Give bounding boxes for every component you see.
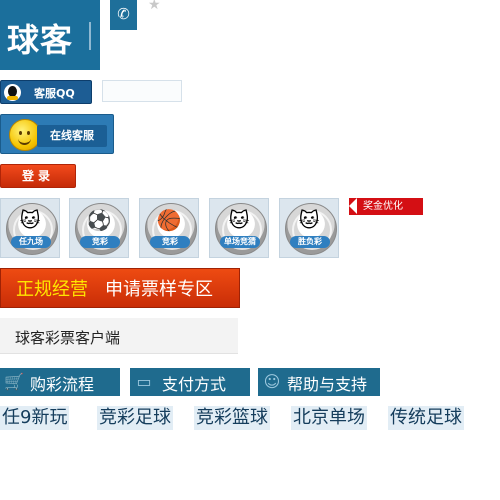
tag-traditional-football[interactable]: 传统足球 <box>388 406 464 430</box>
game-icon-renjiuchang[interactable]: 🐱 任九场 <box>0 198 60 258</box>
nav-label: 支付方式 <box>162 375 227 394</box>
qq-service-label: 客服QQ <box>34 87 75 100</box>
phone-icon[interactable]: ✆ <box>110 0 137 30</box>
tag-beijing-danchang[interactable]: 北京单场 <box>291 406 367 430</box>
login-button[interactable]: 登录 <box>0 164 76 188</box>
logo-divider <box>89 22 91 50</box>
game-icon-jingcai-basketball[interactable]: 🏀 竞彩 <box>139 198 199 258</box>
smile-icon: ☺ <box>263 372 281 391</box>
cat-mascot-icon: 🐱 <box>298 208 320 232</box>
soccer-ball-icon: ⚽ <box>86 208 112 232</box>
site-logo[interactable]: 球客 <box>0 0 100 70</box>
game-caption: 任九场 <box>11 236 51 248</box>
basketball-icon: 🏀 <box>156 208 182 232</box>
cart-icon: 🛒 <box>4 372 24 391</box>
nav-help-support[interactable]: ☺ 帮助与支持 <box>258 368 380 396</box>
banner-label-apply: 申请票样专区 <box>105 279 213 300</box>
tag-ren9-new[interactable]: 任9新玩 <box>0 406 70 430</box>
nav-label: 购彩流程 <box>30 375 95 394</box>
banner-label-legal: 正规经营 <box>16 279 88 300</box>
logo-text: 球客 <box>7 21 74 59</box>
qq-penguin-icon <box>4 84 21 101</box>
game-caption: 胜负彩 <box>290 236 330 248</box>
empty-field <box>102 80 182 102</box>
game-caption: 竞彩 <box>150 236 190 248</box>
client-label: 球客彩票客户端 <box>15 329 121 347</box>
ticket-sample-banner[interactable]: 正规经营 申请票样专区 <box>0 268 240 308</box>
online-service-label: 在线客服 <box>37 125 107 147</box>
cat-mascot-icon: 🐱 <box>19 208 41 232</box>
prize-optimization-tag[interactable]: 奖金优化 <box>349 198 423 215</box>
star-icon[interactable]: ★ <box>148 0 162 12</box>
nav-payment-methods[interactable]: ▭ 支付方式 <box>130 368 250 396</box>
cat-mascot-icon: 🐱 <box>228 208 250 232</box>
game-caption: 单场竞猜 <box>220 236 260 248</box>
client-download-link[interactable]: 球客彩票客户端 <box>0 318 238 354</box>
game-caption: 竞彩 <box>80 236 120 248</box>
qq-service-button[interactable]: 客服QQ <box>0 80 92 104</box>
nav-label: 帮助与支持 <box>287 375 368 394</box>
tag-jingcai-football[interactable]: 竞彩足球 <box>97 406 173 430</box>
nav-purchase-process[interactable]: 🛒 购彩流程 <box>0 368 120 396</box>
card-icon: ▭ <box>136 372 152 391</box>
tag-jingcai-basketball[interactable]: 竞彩篮球 <box>194 406 270 430</box>
game-icon-jingcai-football[interactable]: ⚽ 竞彩 <box>69 198 129 258</box>
online-service-button[interactable]: 在线客服 <box>0 114 114 154</box>
game-icon-danchang[interactable]: 🐱 单场竞猜 <box>209 198 269 258</box>
game-icon-shengfucai[interactable]: 🐱 胜负彩 <box>279 198 339 258</box>
